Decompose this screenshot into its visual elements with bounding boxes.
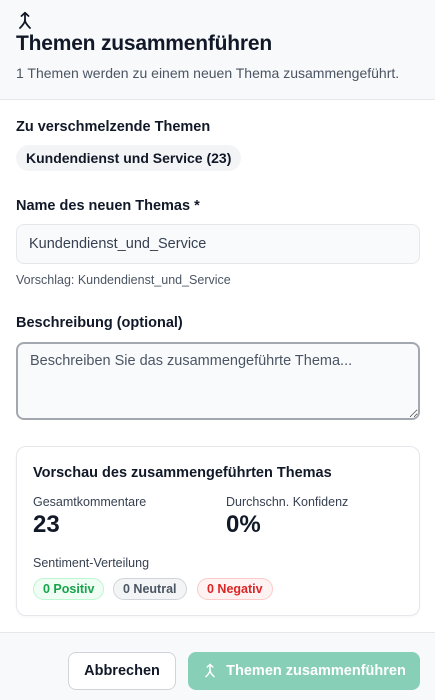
dialog-subtitle: 1 Themen werden zu einem neuen Thema zus…	[16, 65, 400, 81]
merge-preview-card: Vorschau des zusammengeführten Themas Ge…	[16, 446, 420, 616]
total-comments-label: Gesamtkommentare	[33, 495, 147, 509]
description-label: Beschreibung (optional)	[16, 315, 183, 331]
name-label: Name des neuen Themas *	[16, 198, 200, 214]
sentiment-positive-badge: 0 Positiv	[33, 578, 105, 600]
avg-confidence-label: Durchschn. Konfidenz	[226, 495, 349, 509]
dialog-footer: Abbrechen Themen zusammenführen	[0, 632, 435, 700]
merge-icon	[19, 11, 31, 29]
cancel-button[interactable]: Abbrechen	[68, 652, 176, 690]
total-comments-value: 23	[33, 511, 60, 538]
avg-confidence-value: 0%	[226, 511, 261, 538]
sentiment-neutral-badge: 0 Neutral	[113, 578, 187, 600]
dialog-header: Themen zusammenführen 1 Themen werden zu…	[0, 0, 435, 100]
merge-button-label: Themen zusammenführen	[226, 663, 406, 679]
preview-title: Vorschau des zusammengeführten Themas	[33, 465, 332, 481]
dialog-title: Themen zusammenführen	[16, 32, 273, 55]
sentiment-distribution-label: Sentiment-Verteilung	[33, 556, 150, 570]
topic-chip: Kundendienst und Service (23)	[16, 145, 242, 171]
name-suggestion-hint: Vorschlag: Kundendienst_und_Service	[16, 273, 231, 287]
sentiment-negative-badge: 0 Negativ	[197, 578, 273, 600]
description-textarea[interactable]	[16, 342, 420, 420]
topics-label: Zu verschmelzende Themen	[16, 119, 211, 135]
topic-name-input[interactable]	[16, 224, 420, 264]
merge-topics-button[interactable]: Themen zusammenführen	[188, 652, 420, 690]
merge-icon	[205, 663, 215, 678]
